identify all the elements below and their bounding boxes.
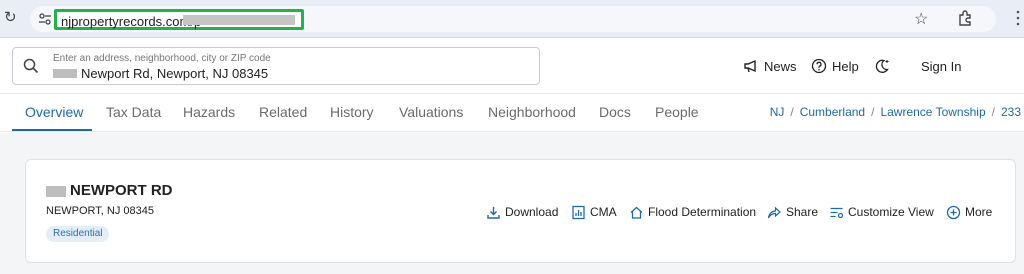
- tab-docs[interactable]: Docs: [599, 104, 631, 120]
- breadcrumb-number[interactable]: 233: [1001, 105, 1021, 119]
- site-info-icon[interactable]: [38, 12, 52, 26]
- share-icon: [767, 206, 781, 218]
- extensions-icon[interactable]: [956, 9, 974, 27]
- help-icon: [811, 58, 827, 74]
- share-label: Share: [786, 205, 819, 219]
- tab-history[interactable]: History: [330, 104, 374, 120]
- house-icon: [630, 206, 643, 219]
- tab-neighborhood[interactable]: Neighborhood: [488, 104, 576, 120]
- megaphone-icon: [744, 59, 756, 73]
- browser-toolbar: ↻ njpropertyrecords.com/p ☆: [0, 0, 1024, 38]
- reload-icon[interactable]: ↻: [4, 10, 18, 26]
- property-card: NEWPORT RD NEWPORT, NJ 08345 Residential…: [25, 159, 1016, 263]
- breadcrumb-separator: /: [871, 105, 875, 119]
- breadcrumb: NJ / Cumberland / Lawrence Township / 233: [770, 105, 1021, 119]
- tab-related[interactable]: Related: [259, 104, 307, 120]
- download-label: Download: [505, 205, 559, 219]
- customize-view-button[interactable]: Customize View: [829, 203, 934, 221]
- url-text[interactable]: njpropertyrecords.com/p: [61, 14, 201, 29]
- search-value: Newport Rd, Newport, NJ 08345: [81, 66, 269, 81]
- plus-circle-icon: [946, 205, 961, 219]
- flood-determination-button[interactable]: Flood Determination: [629, 203, 756, 221]
- search-placeholder: Enter an address, neighborhood, city or …: [53, 53, 271, 64]
- customize-view-label: Customize View: [848, 205, 934, 219]
- more-button[interactable]: More: [946, 203, 992, 221]
- tab-overview[interactable]: Overview: [25, 104, 83, 120]
- bookmark-star-icon[interactable]: ☆: [914, 9, 932, 28]
- browser-menu-icon[interactable]: [1016, 10, 1020, 26]
- download-icon: [487, 206, 500, 219]
- download-button[interactable]: Download: [486, 203, 558, 221]
- moon-icon: [875, 59, 889, 73]
- property-type-badge: Residential: [46, 226, 110, 242]
- flood-determination-label: Flood Determination: [648, 205, 757, 219]
- app-header: Enter an address, neighborhood, city or …: [0, 38, 1024, 94]
- cma-label: CMA: [590, 205, 617, 219]
- chart-report-icon: [572, 205, 585, 219]
- more-label: More: [965, 205, 993, 219]
- tab-hazards[interactable]: Hazards: [183, 104, 235, 120]
- search-input[interactable]: Enter an address, neighborhood, city or …: [12, 47, 540, 85]
- tab-tax-data[interactable]: Tax Data: [106, 104, 161, 120]
- tab-bar: Overview Tax Data Hazards Related Histor…: [0, 94, 1024, 132]
- sign-in-button[interactable]: Sign In: [921, 57, 961, 75]
- breadcrumb-state[interactable]: NJ: [770, 105, 785, 119]
- property-subtitle: NEWPORT, NJ 08345: [46, 205, 155, 217]
- help-button[interactable]: Help: [811, 57, 859, 75]
- settings-list-icon: [830, 207, 844, 218]
- active-tab-indicator: [12, 129, 92, 131]
- share-button[interactable]: Share: [767, 203, 818, 221]
- breadcrumb-separator: /: [790, 105, 794, 119]
- main-content: NEWPORT RD NEWPORT, NJ 08345 Residential…: [0, 133, 1024, 274]
- search-icon: [23, 58, 39, 74]
- news-button[interactable]: News: [743, 57, 797, 75]
- property-title: NEWPORT RD: [70, 182, 173, 199]
- tab-people[interactable]: People: [655, 104, 699, 120]
- dark-mode-toggle[interactable]: [874, 57, 890, 75]
- breadcrumb-separator: /: [991, 105, 995, 119]
- sign-in-label: Sign In: [921, 58, 962, 74]
- breadcrumb-township[interactable]: Lawrence Township: [880, 105, 985, 119]
- address-redaction: [46, 186, 66, 197]
- cma-button[interactable]: CMA: [571, 203, 617, 221]
- url-redaction: [183, 15, 295, 25]
- search-redaction: [53, 69, 77, 78]
- tab-valuations[interactable]: Valuations: [399, 104, 463, 120]
- address-bar[interactable]: njpropertyrecords.com/p ☆: [30, 6, 996, 32]
- breadcrumb-county[interactable]: Cumberland: [800, 105, 865, 119]
- url-highlight-box: njpropertyrecords.com/p: [54, 9, 304, 30]
- help-label: Help: [832, 58, 859, 74]
- news-label: News: [764, 58, 797, 74]
